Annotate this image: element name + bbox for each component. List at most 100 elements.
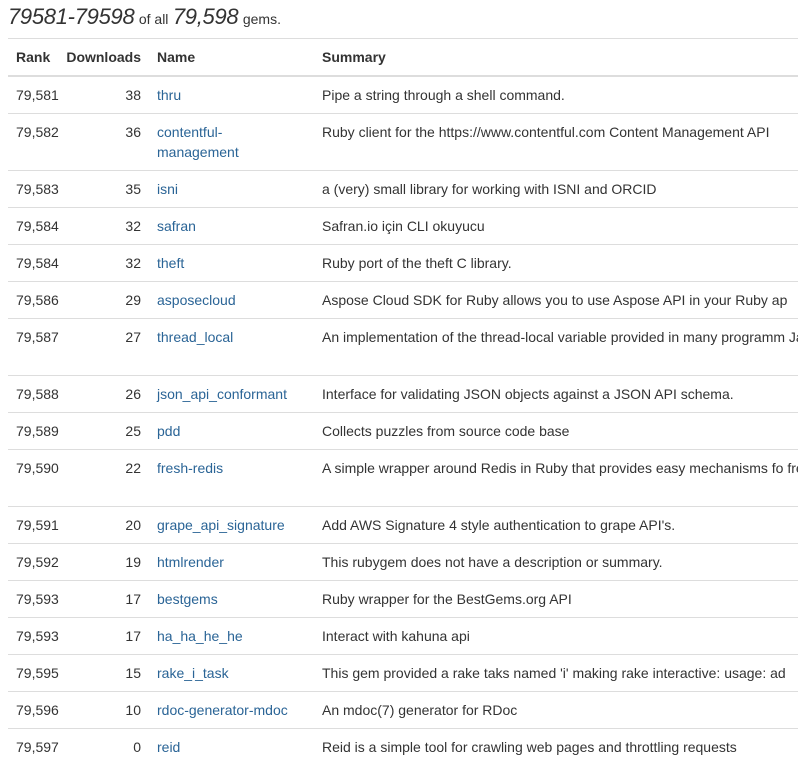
table-row: 79,587 27 thread_local An implementation of… <box>8 318 798 376</box>
table-row: 79,584 32 safran Safran.io için CLI okuyucu <box>8 207 798 245</box>
table-row: 79,590 22 fresh-redis A simple wrapper arou… <box>8 449 798 507</box>
page: 79581-79598 of all 79,598 gems. Rank Dow… <box>0 0 798 760</box>
gem-link[interactable]: theft <box>157 255 184 271</box>
rank-cell: 79,593 <box>8 617 59 655</box>
downloads-cell: 10 <box>58 691 149 729</box>
table-row: 79,584 32 theft Ruby port of the theft C li… <box>8 244 798 282</box>
name-cell: safran <box>149 207 314 245</box>
name-cell: rdoc-generator-mdoc <box>149 691 314 729</box>
summary-cell: Ruby client for the https://www.contentf… <box>314 113 798 171</box>
summary-cell: This gem provided a rake taks named 'i' … <box>314 654 798 692</box>
gem-link[interactable]: thread_local <box>157 329 233 345</box>
gem-link[interactable]: ha_ha_he_he <box>157 628 243 644</box>
table-row: 79,581 38 thru Pipe a string through a shel… <box>8 75 798 114</box>
result-range: 79581-79598 <box>8 4 135 29</box>
rank-cell: 79,587 <box>8 318 59 376</box>
gems-label: gems. <box>242 11 281 27</box>
rank-cell: 79,584 <box>8 244 59 282</box>
gem-link[interactable]: grape_api_signature <box>157 517 285 533</box>
summary-cell: Reid is a simple tool for crawling web p… <box>314 728 798 760</box>
summary-cell: Pipe a string through a shell command. <box>314 75 798 114</box>
name-cell: pdd <box>149 412 314 450</box>
summary-cell: a (very) small library for working with … <box>314 170 798 208</box>
gem-link[interactable]: isni <box>157 181 178 197</box>
gem-link[interactable]: contentful- management <box>157 124 239 160</box>
downloads-cell: 17 <box>58 617 149 655</box>
name-column-header: Name <box>149 38 314 77</box>
name-cell: bestgems <box>149 580 314 618</box>
name-cell: ha_ha_he_he <box>149 617 314 655</box>
table-row: 79,593 17 bestgems Ruby wrapper for the Bes… <box>8 580 798 618</box>
summary-cell: Interact with kahuna api <box>314 617 798 655</box>
rank-cell: 79,583 <box>8 170 59 208</box>
downloads-cell: 38 <box>58 75 149 114</box>
table-row: 79,582 36 contentful- management Ruby clien… <box>8 113 798 171</box>
gem-link[interactable]: rake_i_task <box>157 665 229 681</box>
table-row: 79,592 19 htmlrender This rubygem does not … <box>8 543 798 581</box>
gems-table: Rank Downloads Name Summary 79,581 38 thru… <box>8 38 798 760</box>
table-row: 79,589 25 pdd Collects puzzles from source … <box>8 412 798 450</box>
summary-cell: Add AWS Signature 4 style authentication… <box>314 506 798 544</box>
rank-cell: 79,597 <box>8 728 59 760</box>
gem-link[interactable]: reid <box>157 739 180 755</box>
downloads-cell: 25 <box>58 412 149 450</box>
table-row: 79,597 0 reid Reid is a simple tool for cra… <box>8 728 798 760</box>
summary-cell: Aspose Cloud SDK for Ruby allows you to … <box>314 281 798 319</box>
downloads-cell: 26 <box>58 375 149 413</box>
downloads-cell: 32 <box>58 207 149 245</box>
of-all-label: of all <box>138 11 169 27</box>
table-row: 79,586 29 asposecloud Aspose Cloud SDK for … <box>8 281 798 319</box>
summary-cell: This rubygem does not have a description… <box>314 543 798 581</box>
table-row: 79,588 26 json_api_conformant Interface for… <box>8 375 798 413</box>
name-cell: fresh-redis <box>149 449 314 507</box>
table-row: 79,596 10 rdoc-generator-mdoc An mdoc(7) ge… <box>8 691 798 729</box>
gem-link[interactable]: rdoc-generator-mdoc <box>157 702 288 718</box>
table-row: 79,595 15 rake_i_task This gem provided a r… <box>8 654 798 692</box>
gem-link[interactable]: json_api_conformant <box>157 386 287 402</box>
downloads-cell: 22 <box>58 449 149 507</box>
summary-cell: Ruby port of the theft C library. <box>314 244 798 282</box>
gem-link[interactable]: asposecloud <box>157 292 236 308</box>
name-cell: thru <box>149 75 314 114</box>
name-cell: contentful- management <box>149 113 314 171</box>
table-row: 79,593 17 ha_ha_he_he Interact with kahuna … <box>8 617 798 655</box>
results-heading: 79581-79598 of all 79,598 gems. <box>8 3 281 34</box>
gem-link[interactable]: bestgems <box>157 591 218 607</box>
summary-cell: An mdoc(7) generator for RDoc <box>314 691 798 729</box>
rank-cell: 79,590 <box>8 449 59 507</box>
downloads-cell: 35 <box>58 170 149 208</box>
downloads-cell: 36 <box>58 113 149 171</box>
name-cell: rake_i_task <box>149 654 314 692</box>
summary-cell: A simple wrapper around Redis in Ruby th… <box>314 449 798 507</box>
rank-cell: 79,586 <box>8 281 59 319</box>
gem-link[interactable]: thru <box>157 87 181 103</box>
name-cell: asposecloud <box>149 281 314 319</box>
rank-cell: 79,595 <box>8 654 59 692</box>
downloads-cell: 29 <box>58 281 149 319</box>
summary-cell: Ruby wrapper for the BestGems.org API <box>314 580 798 618</box>
downloads-cell: 0 <box>58 728 149 760</box>
name-cell: isni <box>149 170 314 208</box>
rank-cell: 79,581 <box>8 75 59 114</box>
table-row: 79,591 20 grape_api_signature Add AWS Signa… <box>8 506 798 544</box>
downloads-cell: 32 <box>58 244 149 282</box>
name-cell: htmlrender <box>149 543 314 581</box>
gem-link[interactable]: fresh-redis <box>157 460 223 476</box>
gem-link[interactable]: htmlrender <box>157 554 224 570</box>
summary-cell: An implementation of the thread-local va… <box>314 318 798 376</box>
gem-link[interactable]: pdd <box>157 423 180 439</box>
rank-cell: 79,582 <box>8 113 59 171</box>
table-header-row: Rank Downloads Name Summary <box>8 38 798 77</box>
downloads-cell: 19 <box>58 543 149 581</box>
name-cell: reid <box>149 728 314 760</box>
summary-cell: Safran.io için CLI okuyucu <box>314 207 798 245</box>
rank-column-header: Rank <box>8 38 58 77</box>
downloads-cell: 20 <box>58 506 149 544</box>
rank-cell: 79,592 <box>8 543 59 581</box>
name-cell: theft <box>149 244 314 282</box>
name-cell: grape_api_signature <box>149 506 314 544</box>
rank-cell: 79,584 <box>8 207 59 245</box>
summary-cell: Collects puzzles from source code base <box>314 412 798 450</box>
gem-link[interactable]: safran <box>157 218 196 234</box>
rank-cell: 79,589 <box>8 412 59 450</box>
